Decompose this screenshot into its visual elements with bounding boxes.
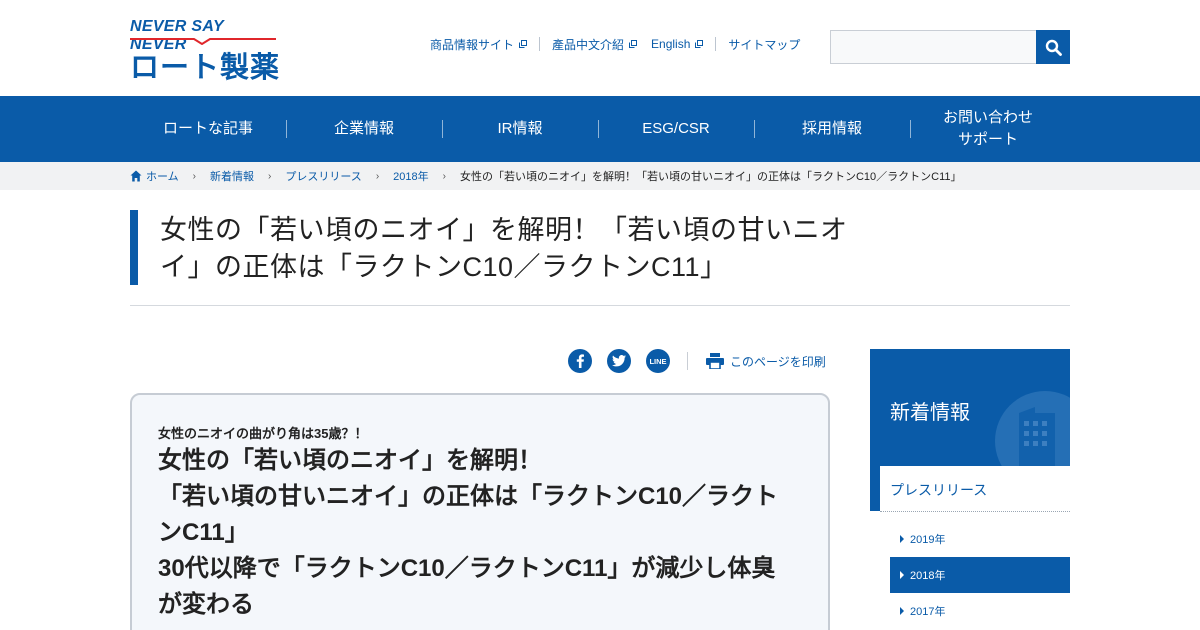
lead-subtitle: 女性のニオイの曲がり角は35歳？！ <box>158 426 368 441</box>
sidebar-item-press-release[interactable]: プレスリリース <box>880 466 1070 512</box>
svg-text:LINE: LINE <box>649 357 666 366</box>
util-link-english[interactable]: English <box>649 37 715 51</box>
util-link-label: 產品中文介紹 <box>552 37 625 52</box>
rohto-logo[interactable]: NEVER SAY NEVER ロート製薬 <box>130 18 280 84</box>
util-link-products[interactable]: 商品情報サイト <box>418 36 539 53</box>
lead-headline-line: 女性の「若い頃のニオイ」を解明！ <box>158 447 542 474</box>
lead-headline-line: 「若い頃の甘いニオイ」の正体は「ラクトンC10／ラクトンC11」 <box>158 483 779 546</box>
print-label: このページを印刷 <box>730 354 826 369</box>
breadcrumb: ホーム › 新着情報 › プレスリリース › 2018年 › 女性の「若い頃のニ… <box>0 162 1200 190</box>
util-link-label: 商品情報サイト <box>430 37 515 52</box>
site-header: NEVER SAY NEVER ロート製薬 商品情報サイト 產品中文介紹 Eng… <box>0 0 1200 96</box>
article-header: 女性の「若い頃のニオイ」を解明！「若い頃の甘いニオイ」の正体は「ラクトンC10／… <box>130 210 1070 306</box>
sidebar: 新着情報 プレスリリース 2019年 2018年 2017年 <box>870 349 1070 630</box>
breadcrumb-home[interactable]: ホーム <box>130 168 179 184</box>
search-input[interactable] <box>830 30 1036 64</box>
twitter-icon <box>612 355 626 367</box>
external-link-icon <box>519 40 528 48</box>
nav-item-contact-support[interactable]: お問い合わせ サポート <box>910 96 1066 162</box>
caret-right-icon <box>900 607 904 615</box>
breadcrumb-news[interactable]: 新着情報 <box>210 168 254 184</box>
nav-item-label: 企業情報 <box>333 120 394 137</box>
global-nav: ロートな記事 企業情報 IR情報 ESG/CSR 採用情報 お問い合わせ サポート <box>0 96 1200 162</box>
external-link-icon <box>629 40 638 48</box>
utility-links: 商品情報サイト 產品中文介紹 English サイトマップ <box>418 36 812 52</box>
sidebar-item-2018[interactable]: 2018年 <box>890 557 1070 593</box>
sidebar-menu: プレスリリース 2019年 2018年 2017年 <box>880 466 1070 630</box>
lead-headline-line: 30代以降で「ラクトンC10／ラクトンC11」が減少し体臭が変わる <box>158 555 776 618</box>
share-bar: LINE このページを印刷 <box>568 349 826 373</box>
nav-item-rohto-articles[interactable]: ロートな記事 <box>130 96 286 162</box>
line-icon: LINE <box>649 357 666 366</box>
nav-item-label: ESG/CSR <box>642 120 710 137</box>
nav-item-label: IR情報 <box>497 120 543 137</box>
sidebar-item-label: 2017年 <box>910 606 946 618</box>
printer-icon <box>706 353 724 369</box>
sidebar-item-2017[interactable]: 2017年 <box>890 593 1070 629</box>
lead-headline: 女性の「若い頃のニオイ」を解明！ 「若い頃の甘いニオイ」の正体は「ラクトンC10… <box>158 443 798 623</box>
chevron-right-icon: › <box>375 170 380 182</box>
external-link-icon <box>695 40 704 48</box>
sidebar-item-label: 2019年 <box>910 534 946 546</box>
nav-item-company[interactable]: 企業情報 <box>286 96 442 162</box>
site-search <box>830 30 1070 64</box>
search-button[interactable] <box>1036 30 1070 64</box>
page-title: 女性の「若い頃のニオイ」を解明！「若い頃の甘いニオイ」の正体は「ラクトンC10／… <box>160 215 848 282</box>
chevron-right-icon: › <box>442 170 446 182</box>
article-lead-box: 女性のニオイの曲がり角は35歳？！ 女性の「若い頃のニオイ」を解明！ 「若い頃の… <box>130 393 830 630</box>
share-line-button[interactable]: LINE <box>646 349 670 373</box>
print-page-button[interactable]: このページを印刷 <box>706 353 826 370</box>
breadcrumb-label: ホーム <box>146 171 179 183</box>
util-link-label: English <box>651 37 691 51</box>
util-link-chinese[interactable]: 產品中文介紹 <box>540 36 649 53</box>
util-link-sitemap[interactable]: サイトマップ <box>716 36 812 53</box>
nav-item-label-line1: お問い合わせ <box>942 109 1033 126</box>
chevron-right-icon: › <box>192 170 197 182</box>
title-accent-bar <box>130 210 138 285</box>
nav-item-esg-csr[interactable]: ESG/CSR <box>598 96 754 162</box>
sidebar-item-label: 2018年 <box>910 570 946 582</box>
divider <box>687 352 688 370</box>
facebook-icon <box>576 354 584 368</box>
sidebar-item-2019[interactable]: 2019年 <box>890 521 1070 557</box>
nav-item-recruit[interactable]: 採用情報 <box>754 96 910 162</box>
nav-item-ir[interactable]: IR情報 <box>442 96 598 162</box>
nav-item-label: 採用情報 <box>801 120 862 137</box>
nav-item-label-line2: サポート <box>957 131 1018 148</box>
share-twitter-button[interactable] <box>607 349 631 373</box>
sidebar-title: 新着情報 <box>890 402 970 424</box>
breadcrumb-current: 女性の「若い頃のニオイ」を解明！「若い頃の甘いニオイ」の正体は「ラクトンC10／… <box>459 171 962 183</box>
home-icon <box>130 170 142 182</box>
breadcrumb-year[interactable]: 2018年 <box>393 168 428 184</box>
caret-right-icon <box>900 535 904 543</box>
chevron-right-icon: › <box>268 170 272 182</box>
search-icon <box>1045 39 1062 56</box>
util-link-label: サイトマップ <box>728 37 801 52</box>
logo-wordmark: ロート製薬 <box>130 52 281 84</box>
nav-item-label: お問い合わせ サポート <box>943 107 1033 151</box>
breadcrumb-press[interactable]: プレスリリース <box>285 168 361 184</box>
caret-right-icon <box>900 571 904 579</box>
share-facebook-button[interactable] <box>568 349 592 373</box>
nav-item-label: ロートな記事 <box>162 120 253 137</box>
